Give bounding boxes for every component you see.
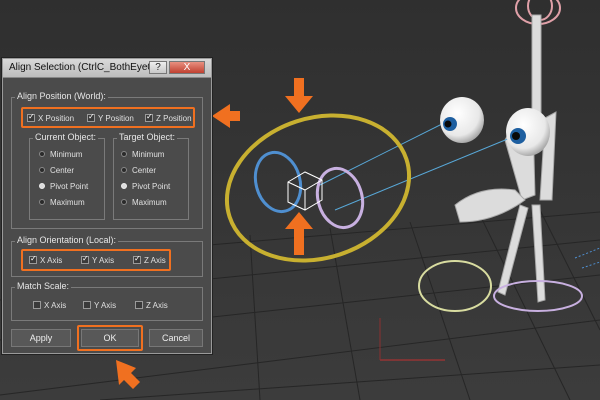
scale-x-axis-label: X Axis [44, 301, 67, 310]
align-orientation-label: Align Orientation (Local): [15, 235, 119, 245]
checkbox-orient-y[interactable] [81, 254, 89, 264]
close-button[interactable]: X [169, 61, 205, 74]
checkbox-orient-x[interactable] [29, 254, 37, 264]
current-center-label: Center [50, 166, 75, 175]
radio-dot[interactable] [39, 199, 45, 205]
match-scale-label: Match Scale: [15, 281, 72, 291]
target-pivot-point-label: Pivot Point [132, 182, 171, 191]
target-maximum-label: Maximum [132, 198, 167, 207]
radio-dot[interactable] [121, 151, 127, 157]
target-center-radio[interactable]: Center [121, 166, 156, 175]
target-object-label: Target Object: [117, 132, 178, 142]
target-maximum-radio[interactable]: Maximum [121, 198, 167, 207]
x-position-label: X Position [38, 114, 75, 123]
checkbox-y-position[interactable] [87, 112, 95, 122]
eyeball-right [506, 108, 550, 156]
orient-y-axis-checkbox[interactable]: Y Axis [81, 254, 115, 265]
checkbox-z-position[interactable] [145, 112, 153, 122]
y-position-checkbox[interactable]: Y Position [87, 112, 134, 123]
dialog-titlebar[interactable]: Align Selection (CtrlC_BothEye01) ? X [3, 59, 211, 78]
radio-dot[interactable] [39, 167, 45, 173]
target-minimum-label: Minimum [132, 150, 165, 159]
orient-z-axis-label: Z Axis [144, 256, 166, 265]
y-position-label: Y Position [98, 114, 134, 123]
current-center-radio[interactable]: Center [39, 166, 74, 175]
checkbox-scale-y[interactable] [83, 301, 91, 309]
orient-y-axis-label: Y Axis [92, 256, 115, 265]
current-pivot-point-label: Pivot Point [50, 182, 89, 191]
align-position-label: Align Position (World): [15, 91, 108, 101]
current-object-label: Current Object: [33, 132, 99, 142]
help-button[interactable]: ? [149, 61, 167, 74]
scale-z-axis-checkbox[interactable]: Z Axis [135, 301, 168, 310]
checkbox-x-position[interactable] [27, 112, 35, 122]
scale-z-axis-label: Z Axis [146, 301, 168, 310]
scale-y-axis-checkbox[interactable]: Y Axis [83, 301, 116, 310]
target-pivot-point-radio[interactable]: Pivot Point [121, 182, 170, 191]
x-position-checkbox[interactable]: X Position [27, 112, 75, 123]
cancel-button[interactable]: Cancel [149, 329, 203, 347]
current-minimum-radio[interactable]: Minimum [39, 150, 82, 159]
target-minimum-radio[interactable]: Minimum [121, 150, 164, 159]
current-pivot-point-radio[interactable]: Pivot Point [39, 182, 88, 191]
ok-button[interactable]: OK [81, 329, 139, 347]
dialog-title: Align Selection (CtrlC_BothEye01) [9, 62, 162, 73]
current-maximum-label: Maximum [50, 198, 85, 207]
z-position-checkbox[interactable]: Z Position [145, 112, 192, 123]
z-position-label: Z Position [156, 114, 192, 123]
align-selection-dialog: Align Selection (CtrlC_BothEye01) ? X Al… [2, 58, 212, 354]
eyeball-left [440, 97, 484, 143]
current-minimum-label: Minimum [50, 150, 83, 159]
radio-dot[interactable] [121, 167, 127, 173]
checkbox-scale-x[interactable] [33, 301, 41, 309]
radio-dot[interactable] [39, 151, 45, 157]
current-maximum-radio[interactable]: Maximum [39, 198, 85, 207]
scale-y-axis-label: Y Axis [94, 301, 117, 310]
checkbox-orient-z[interactable] [133, 254, 141, 264]
target-center-label: Center [132, 166, 157, 175]
radio-dot-selected[interactable] [121, 183, 127, 189]
radio-dot[interactable] [121, 199, 127, 205]
radio-dot-selected[interactable] [39, 183, 45, 189]
scale-x-axis-checkbox[interactable]: X Axis [33, 301, 66, 310]
orient-z-axis-checkbox[interactable]: Z Axis [133, 254, 166, 265]
orient-x-axis-checkbox[interactable]: X Axis [29, 254, 63, 265]
orient-x-axis-label: X Axis [40, 256, 63, 265]
apply-button[interactable]: Apply [11, 329, 71, 347]
checkbox-scale-z[interactable] [135, 301, 143, 309]
